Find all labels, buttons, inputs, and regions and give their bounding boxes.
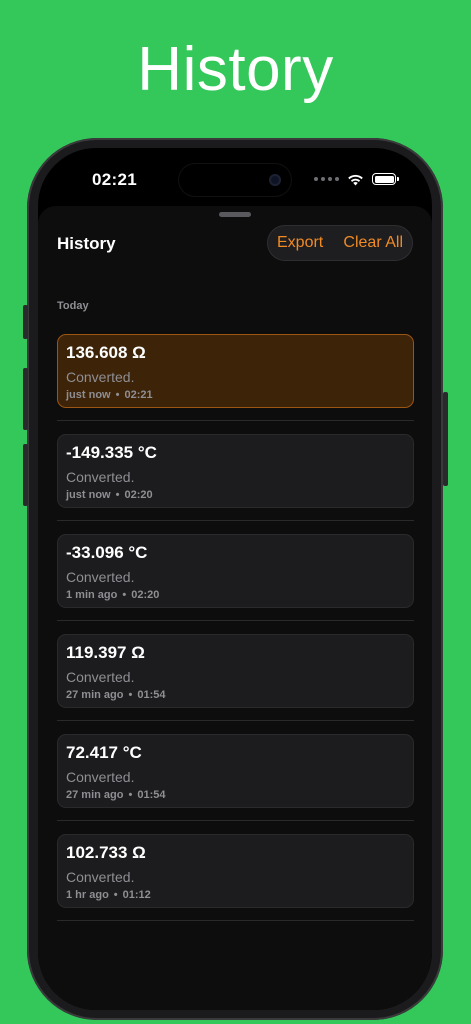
history-item[interactable]: 136.608 Ω Converted. just now • 02:21 — [57, 334, 414, 408]
item-meta: just now • 02:21 — [66, 389, 153, 401]
history-item[interactable]: 119.397 Ω Converted. 27 min ago • 01:54 — [57, 634, 414, 708]
item-description: Converted. — [66, 769, 135, 785]
meta-separator: • — [115, 489, 120, 501]
item-meta: 27 min ago • 01:54 — [66, 789, 165, 801]
item-description: Converted. — [66, 469, 135, 485]
item-meta: 27 min ago • 01:54 — [66, 689, 165, 701]
divider — [57, 520, 414, 521]
sheet-grabber[interactable] — [219, 212, 251, 217]
item-meta: 1 min ago • 02:20 — [66, 589, 159, 601]
history-list: 136.608 Ω Converted. just now • 02:21 -149… — [57, 334, 414, 934]
item-relative-time: 27 min ago — [66, 689, 124, 701]
meta-separator: • — [115, 389, 120, 401]
item-relative-time: just now — [66, 489, 111, 501]
history-item[interactable]: 72.417 °C Converted. 27 min ago • 01:54 — [57, 734, 414, 808]
history-sheet: History Export Clear All Today 136.608 Ω… — [38, 206, 432, 1010]
section-header-today: Today — [57, 300, 89, 312]
item-description: Converted. — [66, 869, 135, 885]
divider — [57, 820, 414, 821]
item-description: Converted. — [66, 669, 135, 685]
divider — [57, 420, 414, 421]
item-time: 02:20 — [124, 489, 153, 501]
divider — [57, 920, 414, 921]
meta-separator: • — [122, 589, 127, 601]
volume-up-button — [23, 368, 28, 430]
action-button — [23, 305, 28, 339]
item-description: Converted. — [66, 369, 135, 385]
item-value: -149.335 °C — [66, 443, 157, 462]
item-value: 119.397 Ω — [66, 643, 145, 662]
item-value: 72.417 °C — [66, 743, 142, 762]
item-description: Converted. — [66, 569, 135, 585]
history-item[interactable]: -33.096 °C Converted. 1 min ago • 02:20 — [57, 534, 414, 608]
item-value: -33.096 °C — [66, 543, 148, 562]
meta-separator: • — [128, 789, 133, 801]
item-relative-time: just now — [66, 389, 111, 401]
history-item[interactable]: -149.335 °C Converted. just now • 02:20 — [57, 434, 414, 508]
item-time: 01:12 — [122, 889, 151, 901]
meta-separator: • — [113, 889, 118, 901]
item-relative-time: 27 min ago — [66, 789, 124, 801]
hero-title: History — [137, 35, 334, 104]
item-time: 01:54 — [137, 689, 166, 701]
volume-down-button — [23, 444, 28, 506]
divider — [57, 620, 414, 621]
meta-separator: • — [128, 689, 133, 701]
item-meta: just now • 02:20 — [66, 489, 153, 501]
item-value: 136.608 Ω — [66, 343, 146, 362]
item-time: 01:54 — [137, 789, 166, 801]
history-item[interactable]: 102.733 Ω Converted. 1 hr ago • 01:12 — [57, 834, 414, 908]
sheet-title: History — [57, 234, 116, 253]
wifi-icon — [348, 174, 363, 185]
item-time: 02:21 — [124, 389, 153, 401]
action-group: Export Clear All — [267, 225, 413, 261]
dynamic-island — [179, 164, 291, 196]
battery-icon — [372, 173, 399, 185]
divider — [57, 720, 414, 721]
status-indicators — [314, 172, 399, 186]
cellular-signal-icon — [314, 177, 339, 181]
power-button — [443, 392, 448, 486]
item-relative-time: 1 min ago — [66, 589, 118, 601]
status-time: 02:21 — [92, 170, 137, 189]
item-meta: 1 hr ago • 01:12 — [66, 889, 151, 901]
screen: 02:21 History Export Clear All Today 136… — [38, 148, 432, 1010]
clear-all-button[interactable]: Clear All — [343, 234, 403, 252]
export-button[interactable]: Export — [277, 234, 323, 252]
item-relative-time: 1 hr ago — [66, 889, 109, 901]
item-value: 102.733 Ω — [66, 843, 146, 862]
item-time: 02:20 — [131, 589, 160, 601]
camera-icon — [269, 174, 281, 186]
